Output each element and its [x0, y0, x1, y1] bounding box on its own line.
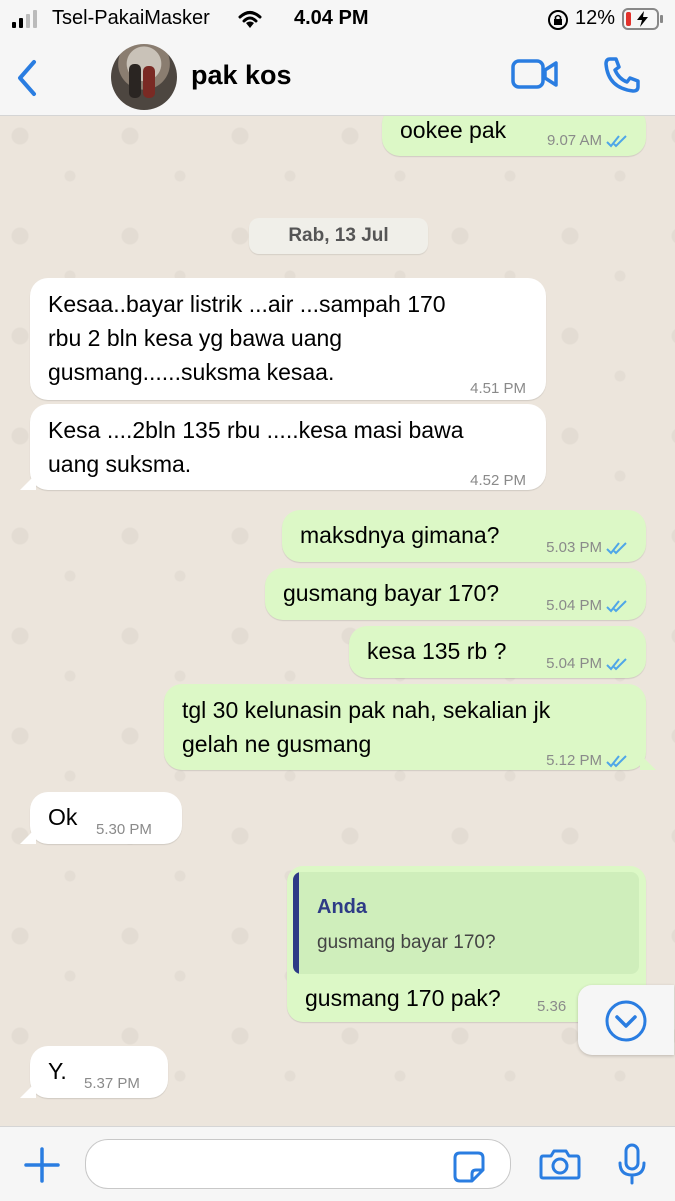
bubble-tail	[640, 754, 656, 770]
bubble-tail	[20, 474, 36, 490]
reply-quote-bar	[293, 872, 299, 974]
orientation-lock-icon	[548, 10, 568, 30]
message-time: 5.37 PM	[84, 1075, 140, 1092]
message-bubble-incoming[interactable]: Ok 5.30 PM	[20, 792, 182, 844]
read-ticks-icon	[606, 134, 627, 147]
message-input[interactable]	[85, 1139, 511, 1189]
video-call-icon[interactable]	[511, 57, 559, 91]
message-text: gusmang bayar 170?	[283, 580, 500, 606]
message-text: kesa 135 rb ?	[367, 638, 507, 664]
plus-icon[interactable]	[24, 1147, 60, 1183]
chat-messages[interactable]: ookee pak 9.07 AM Rab, 13 Jul Kesaa..bay…	[0, 116, 675, 1126]
message-bubble-outgoing[interactable]: gusmang bayar 170? 5.04 PM	[265, 568, 646, 620]
message-text: gelah ne gusmang	[182, 731, 372, 757]
message-bubble-outgoing[interactable]: kesa 135 rb ? 5.04 PM	[349, 626, 646, 678]
message-meta: 9.07 AM	[547, 122, 628, 159]
message-time: 5.36	[537, 998, 567, 1015]
battery-percent: 12%	[575, 7, 616, 29]
message-bubble-outgoing[interactable]: ookee pak 9.07 AM	[382, 116, 646, 156]
message-meta: 5.03 PM	[546, 529, 628, 566]
chevron-down-icon	[605, 1000, 647, 1042]
message-bubble-incoming[interactable]: Kesa ....2bln 135 rbu .....kesa masi baw…	[20, 404, 546, 490]
message-text: Kesaa..bayar listrik ...air ...sampah 17…	[48, 291, 446, 317]
message-composer	[0, 1126, 675, 1201]
message-time: 5.30 PM	[96, 821, 152, 838]
message-text: tgl 30 kelunasin pak nah, sekalian jk	[182, 697, 551, 723]
message-bubble-outgoing[interactable]: tgl 30 kelunasin pak nah, sekalian jk ge…	[164, 684, 656, 770]
message-text: Kesa ....2bln 135 rbu .....kesa masi baw…	[48, 417, 464, 443]
message-time: 5.04 PM	[546, 597, 602, 614]
microphone-icon[interactable]	[617, 1143, 647, 1185]
contact-avatar[interactable]	[111, 44, 177, 110]
status-bar: Tsel-PakaiMasker 4.04 PM 12%	[0, 0, 675, 40]
message-text: uang suksma.	[48, 451, 192, 477]
reply-quote[interactable]: Anda gusmang bayar 170?	[293, 872, 639, 974]
message-text: ookee pak	[400, 117, 507, 143]
message-text: rbu 2 bln kesa yg bawa uang	[48, 325, 343, 351]
back-chevron-icon[interactable]	[14, 58, 40, 98]
message-time: 5.03 PM	[546, 539, 602, 556]
message-bubble-outgoing[interactable]: maksdnya gimana? 5.03 PM	[282, 510, 646, 562]
camera-icon[interactable]	[539, 1147, 581, 1181]
reply-quote-author: Anda	[317, 896, 367, 918]
bubble-tail	[20, 1082, 36, 1098]
read-ticks-icon	[606, 599, 627, 612]
chat-header: pak kos	[0, 40, 675, 116]
phone-call-icon[interactable]	[602, 55, 642, 95]
message-meta: 5.04 PM	[546, 587, 628, 624]
read-ticks-icon	[606, 541, 627, 554]
message-bubble-incoming[interactable]: Kesaa..bayar listrik ...air ...sampah 17…	[30, 278, 546, 400]
message-text: Y.	[48, 1058, 67, 1084]
message-meta: 4.51 PM	[470, 370, 526, 407]
read-ticks-icon	[606, 754, 627, 767]
bubble-tail	[20, 828, 36, 844]
read-ticks-icon	[606, 657, 627, 670]
message-text: Ok	[48, 804, 78, 830]
message-meta: 5.04 PM	[546, 645, 628, 682]
wifi-icon	[238, 11, 262, 28]
scroll-to-bottom-button[interactable]	[578, 985, 674, 1055]
contact-name[interactable]: pak kos	[191, 60, 292, 91]
message-meta: 5.37 PM	[84, 1065, 140, 1102]
date-divider: Rab, 13 Jul	[249, 218, 428, 254]
reply-quote-text: gusmang bayar 170?	[317, 932, 496, 953]
message-meta: 4.52 PM	[470, 462, 526, 499]
carrier-name: Tsel-PakaiMasker	[52, 7, 210, 29]
message-meta: 5.30 PM	[96, 811, 152, 848]
message-time: 5.12 PM	[546, 752, 602, 769]
message-meta: 5.12 PM	[546, 742, 628, 779]
battery-icon	[622, 8, 663, 30]
message-time: 5.04 PM	[546, 655, 602, 672]
cell-signal-icon	[12, 10, 37, 28]
status-time: 4.04 PM	[294, 7, 369, 29]
message-bubble-incoming[interactable]: Y. 5.37 PM	[20, 1046, 168, 1098]
message-time: 4.52 PM	[470, 472, 526, 489]
message-time: 4.51 PM	[470, 380, 526, 397]
message-text: maksdnya gimana?	[300, 522, 500, 548]
message-text: gusmang 170 pak?	[305, 985, 501, 1011]
message-text: gusmang......suksma kesaa.	[48, 359, 335, 385]
message-time: 9.07 AM	[546, 132, 602, 149]
sticker-icon[interactable]	[452, 1150, 486, 1184]
